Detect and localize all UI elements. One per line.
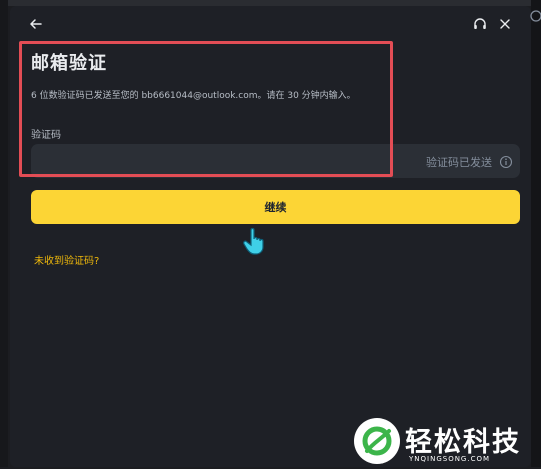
window-left-edge xyxy=(0,0,8,467)
info-icon[interactable] xyxy=(499,154,513,169)
watermark-subtext: YNQINGSONG.COM xyxy=(409,455,491,463)
annotation-highlight-box xyxy=(19,41,393,177)
watermark-logo-icon xyxy=(353,417,401,465)
resend-code-link[interactable]: 未收到验证码? xyxy=(34,252,99,267)
arrow-left-icon[interactable] xyxy=(28,16,44,32)
continue-button[interactable]: 继续 xyxy=(31,190,520,224)
hand-pointer-cursor-icon xyxy=(242,226,274,256)
headset-icon[interactable] xyxy=(472,16,488,32)
watermark-text: 轻松科技 xyxy=(405,427,521,458)
code-sent-status: 验证码已发送 xyxy=(426,156,492,169)
email-verification-modal: 邮箱验证 6 位数验证码已发送至您的 bb6661044@outlook.com… xyxy=(10,6,541,467)
settings-corner-icon[interactable] xyxy=(529,8,541,22)
window-right-edge xyxy=(531,0,541,467)
close-icon[interactable] xyxy=(497,16,513,32)
